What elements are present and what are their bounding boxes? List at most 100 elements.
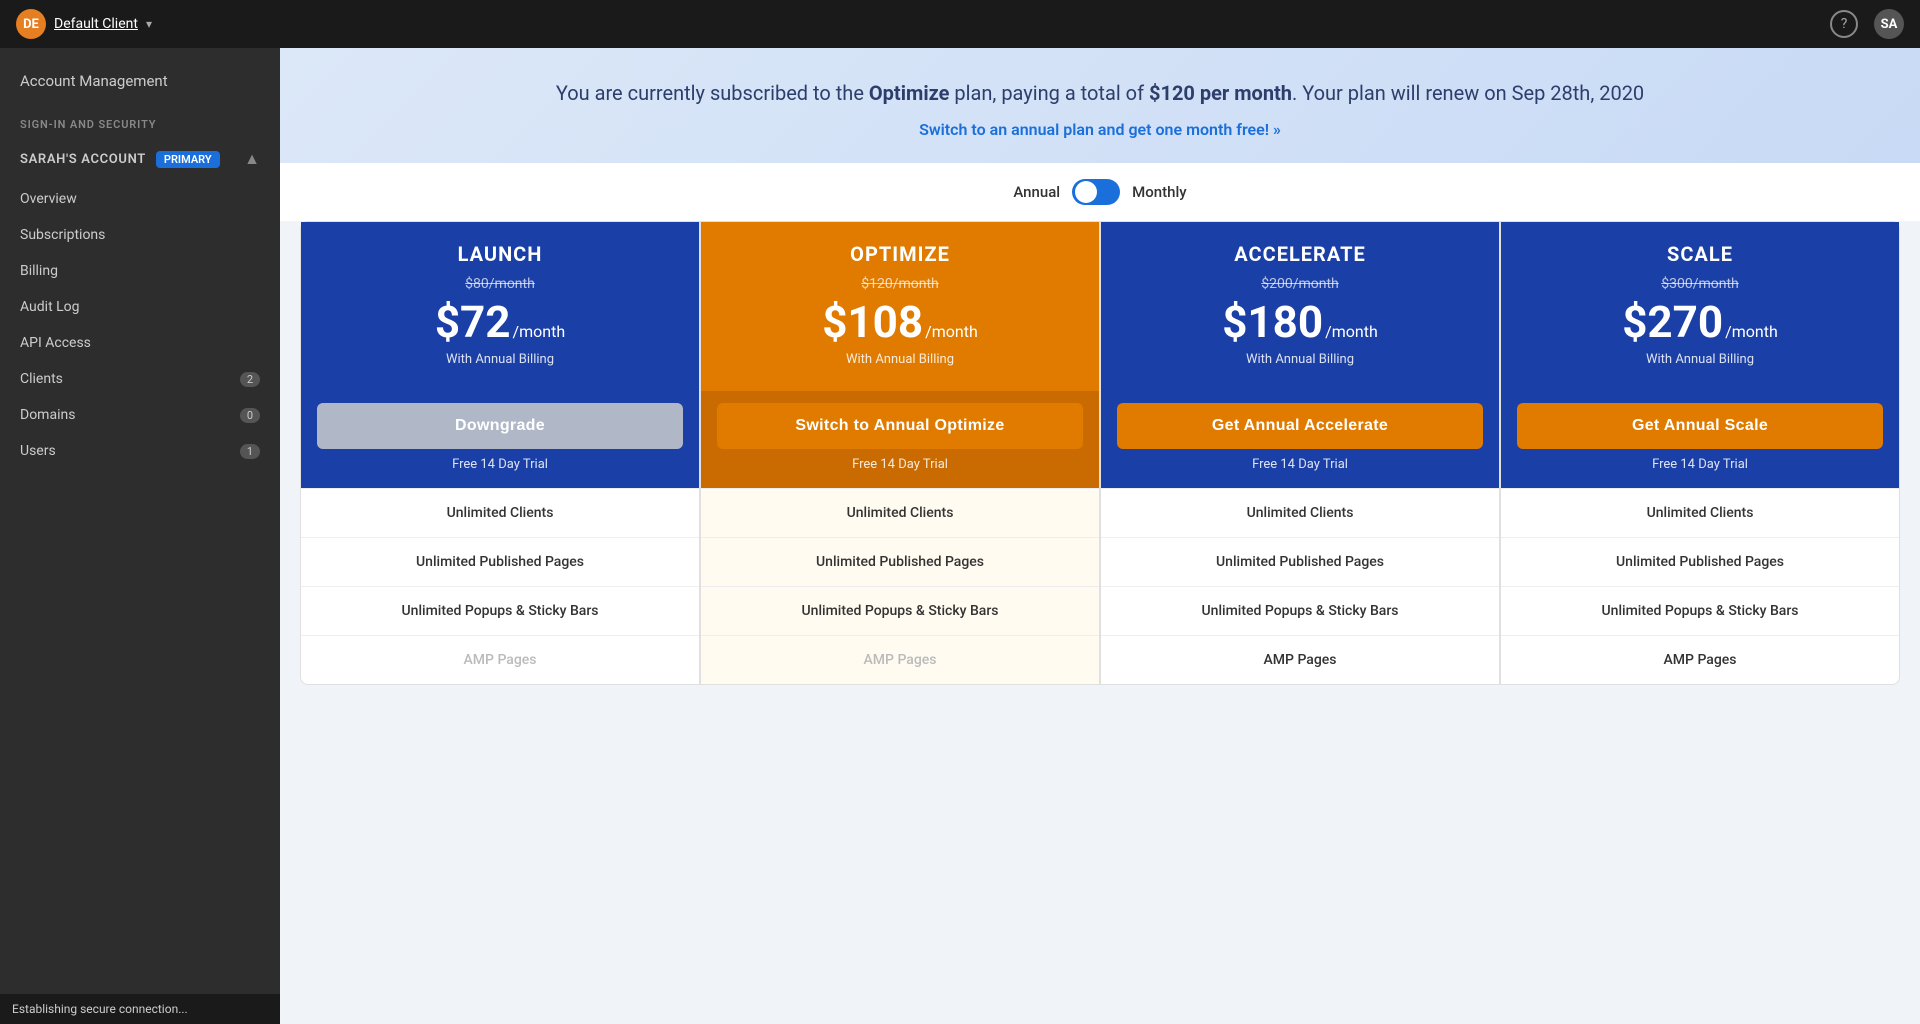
plan-card-optimize: OPTIMIZE $120/month $108 /month With Ann… [700, 221, 1100, 685]
sidebar-item-overview[interactable]: Overview [0, 181, 280, 217]
status-bar: Establishing secure connection... [0, 994, 280, 1024]
plan-price-row-accelerate: $180 /month [1117, 296, 1483, 348]
plan-original-price-scale: $300/month [1517, 276, 1883, 292]
feature-row: Unlimited Clients [701, 488, 1099, 537]
plan-header-accelerate: ACCELERATE $200/month $180 /month With A… [1101, 222, 1499, 391]
main-layout: Account Management SIGN-IN AND SECURITY … [0, 48, 1920, 1024]
plan-price-row-launch: $72 /month [317, 296, 683, 348]
user-initials-badge[interactable]: DE [16, 9, 46, 39]
plan-name-scale: SCALE [1517, 242, 1883, 266]
top-nav: DE Default Client ▾ ? SA [0, 0, 1920, 48]
free-trial-note-optimize: Free 14 Day Trial [717, 449, 1083, 476]
plan-name-highlight: Optimize [869, 81, 950, 105]
sidebar-item-audit-log[interactable]: Audit Log [0, 289, 280, 325]
plan-name-optimize: OPTIMIZE [717, 242, 1083, 266]
user-avatar[interactable]: SA [1874, 9, 1904, 39]
plan-cta-area-optimize: Switch to Annual Optimize Free 14 Day Tr… [701, 391, 1099, 488]
users-badge: 1 [240, 444, 260, 459]
plan-billing-note-scale: With Annual Billing [1517, 352, 1883, 367]
plan-price-period-optimize: /month [925, 322, 978, 341]
sidebar-group-sign-in: SIGN-IN AND SECURITY [0, 102, 280, 137]
plan-price-big-launch: $72 [435, 296, 511, 348]
plan-original-price-launch: $80/month [317, 276, 683, 292]
feature-row: Unlimited Published Pages [301, 537, 699, 586]
sidebar-item-users[interactable]: Users 1 [0, 433, 280, 469]
sidebar-item-api-access[interactable]: API Access [0, 325, 280, 361]
plan-billing-note-launch: With Annual Billing [317, 352, 683, 367]
get-annual-scale-button[interactable]: Get Annual Scale [1517, 403, 1883, 449]
feature-row: AMP Pages [701, 635, 1099, 684]
content-area: You are currently subscribed to the Opti… [280, 48, 1920, 1024]
plan-billing-note-accelerate: With Annual Billing [1117, 352, 1483, 367]
billing-toggle[interactable] [1072, 179, 1120, 205]
top-nav-right: ? SA [1830, 9, 1904, 39]
plan-features-accelerate: Unlimited Clients Unlimited Published Pa… [1101, 488, 1499, 684]
plans-grid: LAUNCH $80/month $72 /month With Annual … [300, 221, 1900, 685]
downgrade-button[interactable]: Downgrade [317, 403, 683, 449]
clients-badge: 2 [240, 372, 260, 387]
get-annual-accelerate-button[interactable]: Get Annual Accelerate [1117, 403, 1483, 449]
plan-price-row-scale: $270 /month [1517, 296, 1883, 348]
plan-original-price-optimize: $120/month [717, 276, 1083, 292]
account-management-title: Account Management [0, 48, 280, 102]
plan-card-accelerate: ACCELERATE $200/month $180 /month With A… [1100, 221, 1500, 685]
plans-section: LAUNCH $80/month $72 /month With Annual … [280, 221, 1920, 725]
sidebar-item-clients[interactable]: Clients 2 [0, 361, 280, 397]
feature-row: AMP Pages [1101, 635, 1499, 684]
sidebar-item-domains[interactable]: Domains 0 [0, 397, 280, 433]
feature-row: AMP Pages [1501, 635, 1899, 684]
feature-row: Unlimited Popups & Sticky Bars [1501, 586, 1899, 635]
plan-features-scale: Unlimited Clients Unlimited Published Pa… [1501, 488, 1899, 684]
plan-header-scale: SCALE $300/month $270 /month With Annual… [1501, 222, 1899, 391]
plan-header-optimize: OPTIMIZE $120/month $108 /month With Ann… [701, 222, 1099, 391]
annual-label: Annual [1013, 183, 1060, 201]
switch-to-annual-optimize-button[interactable]: Switch to Annual Optimize [717, 403, 1083, 449]
plan-price-period-scale: /month [1725, 322, 1778, 341]
plan-cta-area-accelerate: Get Annual Accelerate Free 14 Day Trial [1101, 391, 1499, 488]
feature-row: Unlimited Clients [1101, 488, 1499, 537]
plan-card-launch: LAUNCH $80/month $72 /month With Annual … [300, 221, 700, 685]
feature-row: Unlimited Popups & Sticky Bars [1101, 586, 1499, 635]
plan-features-launch: Unlimited Clients Unlimited Published Pa… [301, 488, 699, 684]
sidebar-item-billing[interactable]: Billing [0, 253, 280, 289]
toggle-knob [1075, 181, 1097, 203]
banner-description: You are currently subscribed to the Opti… [320, 78, 1880, 108]
client-name-link[interactable]: Default Client [54, 16, 138, 32]
plan-cta-area-scale: Get Annual Scale Free 14 Day Trial [1501, 391, 1899, 488]
plan-price-period-launch: /month [513, 322, 566, 341]
primary-badge: PRIMARY [156, 151, 220, 168]
feature-row: Unlimited Published Pages [1501, 537, 1899, 586]
feature-row: Unlimited Published Pages [701, 537, 1099, 586]
sarahs-account-label: SARAH'S ACCOUNT [20, 152, 146, 167]
plan-price-big-optimize: $108 [822, 296, 923, 348]
feature-row: Unlimited Popups & Sticky Bars [701, 586, 1099, 635]
subscription-banner: You are currently subscribed to the Opti… [280, 48, 1920, 163]
plan-cta-area-launch: Downgrade Free 14 Day Trial [301, 391, 699, 488]
plan-price-big-scale: $270 [1622, 296, 1723, 348]
collapse-icon[interactable]: ▲ [244, 149, 260, 169]
plan-original-price-accelerate: $200/month [1117, 276, 1483, 292]
feature-row: Unlimited Published Pages [1101, 537, 1499, 586]
domains-badge: 0 [240, 408, 260, 423]
annual-switch-link[interactable]: Switch to an annual plan and get one mon… [919, 120, 1281, 139]
help-icon[interactable]: ? [1830, 10, 1858, 38]
chevron-down-icon[interactable]: ▾ [146, 17, 152, 31]
billing-toggle-row: Annual Monthly [280, 163, 1920, 221]
price-highlight: $120 per month [1149, 81, 1292, 105]
feature-row: AMP Pages [301, 635, 699, 684]
plan-card-scale: SCALE $300/month $270 /month With Annual… [1500, 221, 1900, 685]
plan-price-period-accelerate: /month [1325, 322, 1378, 341]
free-trial-note-scale: Free 14 Day Trial [1517, 449, 1883, 476]
plan-name-launch: LAUNCH [317, 242, 683, 266]
top-nav-left: DE Default Client ▾ [16, 9, 152, 39]
plan-price-big-accelerate: $180 [1222, 296, 1323, 348]
sidebar-item-subscriptions[interactable]: Subscriptions [0, 217, 280, 253]
plan-features-optimize: Unlimited Clients Unlimited Published Pa… [701, 488, 1099, 684]
free-trial-note-accelerate: Free 14 Day Trial [1117, 449, 1483, 476]
sidebar: Account Management SIGN-IN AND SECURITY … [0, 48, 280, 1024]
feature-row: Unlimited Clients [1501, 488, 1899, 537]
plan-billing-note-optimize: With Annual Billing [717, 352, 1083, 367]
feature-row: Unlimited Popups & Sticky Bars [301, 586, 699, 635]
sarahs-account-row: SARAH'S ACCOUNT PRIMARY ▲ [0, 137, 280, 181]
plan-price-row-optimize: $108 /month [717, 296, 1083, 348]
